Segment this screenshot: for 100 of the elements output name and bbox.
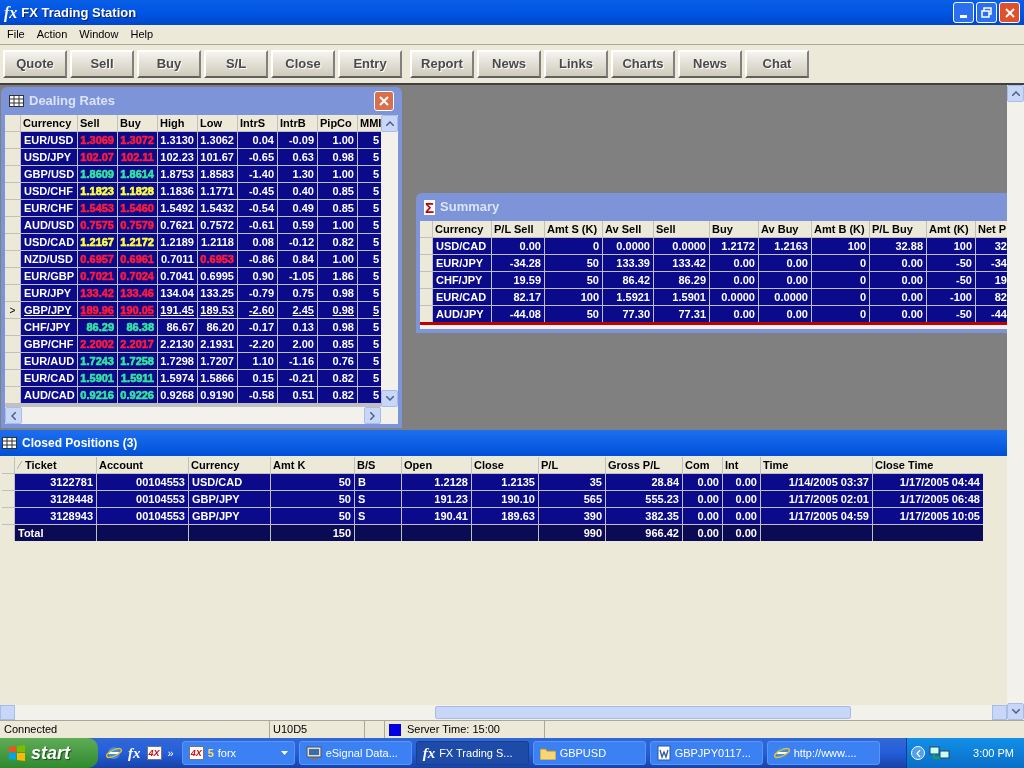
row-header[interactable] bbox=[5, 268, 20, 284]
row-header[interactable] bbox=[5, 217, 20, 233]
row-header[interactable] bbox=[5, 149, 20, 165]
close-button[interactable] bbox=[999, 2, 1020, 23]
taskbar-button[interactable]: http://www.... bbox=[766, 741, 880, 765]
column-header[interactable]: Time bbox=[761, 457, 872, 473]
column-header[interactable]: Sell bbox=[78, 115, 117, 131]
row-header[interactable] bbox=[5, 285, 20, 301]
column-header[interactable]: Currency bbox=[21, 115, 77, 131]
row-header[interactable] bbox=[420, 238, 432, 254]
table-cell: -1.16 bbox=[278, 353, 317, 369]
column-header[interactable]: Int bbox=[723, 457, 760, 473]
column-header[interactable]: Net P bbox=[976, 221, 1007, 237]
row-header[interactable] bbox=[420, 289, 432, 305]
table-cell: USD/CAD bbox=[21, 234, 77, 250]
row-header[interactable] bbox=[420, 306, 432, 322]
column-header[interactable]: Amt K bbox=[271, 457, 354, 473]
toolbar-button[interactable]: News bbox=[678, 50, 742, 78]
column-header[interactable]: High bbox=[158, 115, 197, 131]
column-header[interactable]: P/L Sell bbox=[492, 221, 544, 237]
server-time: Server Time: 15:00 bbox=[405, 721, 545, 738]
column-header[interactable]: IntrB bbox=[278, 115, 317, 131]
column-header[interactable]: P/L bbox=[539, 457, 605, 473]
row-header[interactable] bbox=[5, 387, 20, 403]
vertical-scrollbar[interactable] bbox=[381, 115, 398, 407]
column-header[interactable]: Account bbox=[97, 457, 188, 473]
column-header[interactable]: P/L Buy bbox=[870, 221, 926, 237]
toolbar-button[interactable]: Buy bbox=[137, 50, 201, 78]
column-header[interactable]: Av Buy bbox=[759, 221, 811, 237]
row-header[interactable] bbox=[5, 353, 20, 369]
column-header[interactable]: Close Time bbox=[873, 457, 983, 473]
row-header[interactable] bbox=[5, 234, 20, 250]
close-button[interactable] bbox=[374, 91, 394, 111]
toolbar-button[interactable]: S/L bbox=[204, 50, 268, 78]
row-header[interactable] bbox=[420, 255, 432, 271]
column-header[interactable]: IntrS bbox=[238, 115, 277, 131]
toolbar-button[interactable]: Close bbox=[271, 50, 335, 78]
row-header[interactable] bbox=[2, 491, 14, 507]
column-header[interactable]: Open bbox=[402, 457, 471, 473]
panel-title: Closed Positions (3) bbox=[22, 435, 138, 452]
toolbar-button[interactable]: Links bbox=[544, 50, 608, 78]
column-header[interactable]: Av Sell bbox=[603, 221, 653, 237]
column-header[interactable]: Com bbox=[683, 457, 722, 473]
row-header[interactable] bbox=[2, 508, 14, 524]
start-button[interactable]: start bbox=[0, 738, 98, 768]
network-icon[interactable] bbox=[929, 745, 951, 761]
column-header[interactable]: Sell bbox=[654, 221, 709, 237]
column-header[interactable]: PipCo bbox=[318, 115, 357, 131]
minimize-button[interactable] bbox=[953, 2, 974, 23]
taskbar-button[interactable]: fx FX Trading S... bbox=[415, 741, 529, 765]
column-header[interactable]: Currency bbox=[433, 221, 491, 237]
column-header[interactable]: Amt S (K) bbox=[545, 221, 602, 237]
table-cell: 3128943 bbox=[15, 508, 96, 524]
column-header[interactable]: Ticket bbox=[15, 457, 96, 473]
column-header[interactable]: Buy bbox=[710, 221, 758, 237]
menu-item[interactable]: Action bbox=[30, 26, 74, 43]
row-header[interactable] bbox=[5, 200, 20, 216]
row-header[interactable] bbox=[2, 474, 14, 490]
column-header[interactable]: Buy bbox=[118, 115, 157, 131]
row-header[interactable] bbox=[5, 336, 20, 352]
taskbar-button[interactable]: eSignal Data... bbox=[298, 741, 412, 765]
menu-item[interactable]: Help bbox=[124, 26, 160, 43]
toolbar-button[interactable]: Quote bbox=[3, 50, 67, 78]
column-header[interactable]: Amt (K) bbox=[927, 221, 975, 237]
column-header[interactable]: Low bbox=[198, 115, 237, 131]
toolbar-button[interactable]: Entry bbox=[338, 50, 402, 78]
document-icon bbox=[656, 745, 671, 761]
column-header[interactable]: Gross P/L bbox=[606, 457, 682, 473]
more-chevron[interactable]: » bbox=[167, 744, 174, 762]
sort-icon[interactable] bbox=[17, 461, 23, 469]
toolbar-button[interactable]: Report bbox=[410, 50, 474, 78]
column-header[interactable]: B/S bbox=[355, 457, 401, 473]
restore-button[interactable] bbox=[976, 2, 997, 23]
column-header[interactable]: Currency bbox=[189, 457, 270, 473]
menu-item[interactable]: Window bbox=[73, 26, 125, 43]
table-cell: 0.00 bbox=[870, 255, 926, 271]
menu-item[interactable]: File bbox=[1, 26, 31, 43]
row-header[interactable] bbox=[420, 272, 432, 288]
row-header[interactable] bbox=[5, 370, 20, 386]
row-header[interactable] bbox=[5, 183, 20, 199]
row-header[interactable] bbox=[5, 319, 20, 335]
toolbar-button[interactable]: News bbox=[477, 50, 541, 78]
column-header[interactable]: Amt B (K) bbox=[812, 221, 869, 237]
row-header[interactable]: > bbox=[5, 302, 20, 318]
taskbar-button[interactable]: GBPUSD bbox=[532, 741, 646, 765]
column-header[interactable]: MMI bbox=[358, 115, 381, 131]
row-header[interactable] bbox=[5, 251, 20, 267]
window-title: Summary bbox=[440, 198, 500, 217]
row-header[interactable] bbox=[5, 166, 20, 182]
vertical-scrollbar[interactable] bbox=[1007, 85, 1024, 720]
expand-tray-button[interactable] bbox=[911, 746, 925, 760]
table-cell: 0.0000 bbox=[710, 289, 758, 305]
toolbar-button[interactable]: Chat bbox=[745, 50, 809, 78]
toolbar-button[interactable]: Charts bbox=[611, 50, 675, 78]
column-header[interactable]: Close bbox=[472, 457, 538, 473]
horizontal-scrollbar[interactable] bbox=[0, 705, 1007, 720]
taskbar-button[interactable]: GBPJPY0117... bbox=[649, 741, 763, 765]
row-header[interactable] bbox=[5, 132, 20, 148]
toolbar-button[interactable]: Sell bbox=[70, 50, 134, 78]
taskbar-button[interactable]: 4X 5 forx bbox=[181, 741, 295, 765]
